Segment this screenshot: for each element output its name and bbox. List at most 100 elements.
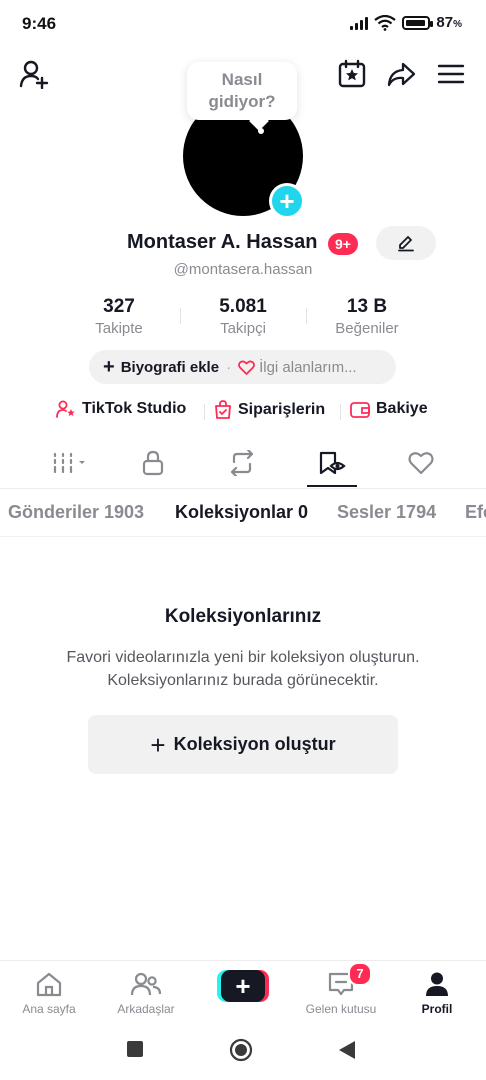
tooltip-line-2: gidiyor? xyxy=(208,92,276,111)
interests-button[interactable]: İlgi alanlarım... xyxy=(238,359,357,376)
friends-icon xyxy=(131,972,161,996)
circle-home-icon xyxy=(229,1038,253,1062)
recent-apps-button[interactable] xyxy=(126,1040,144,1063)
add-friend-button[interactable] xyxy=(18,58,50,90)
add-photo-button[interactable]: + xyxy=(269,183,305,219)
add-person-icon xyxy=(19,60,49,89)
link-label: Bakiye xyxy=(376,400,428,417)
stat-divider xyxy=(180,308,181,324)
home-icon xyxy=(36,972,62,997)
add-bio-button[interactable]: + Biyografi ekle xyxy=(103,356,219,379)
content-icon-tabs xyxy=(0,440,486,488)
tab-liked[interactable] xyxy=(396,448,446,478)
avatar-status-dot xyxy=(258,128,264,134)
orders-link[interactable]: Siparişlerin xyxy=(214,400,325,419)
calendar-star-button[interactable] xyxy=(336,58,368,90)
nav-profile[interactable]: Profil xyxy=(392,969,482,1016)
stat-following[interactable]: 327 Takipte xyxy=(64,296,174,337)
notification-badge[interactable]: 9+ xyxy=(328,233,358,255)
create-collection-label: Koleksiyon oluştur xyxy=(173,734,336,754)
plus-icon: + xyxy=(103,355,115,378)
quick-links: TikTok Studio Siparişlerin Bakiye xyxy=(0,400,486,424)
person-star-icon xyxy=(56,400,75,418)
tab-videos[interactable] xyxy=(44,448,94,478)
profile-icon xyxy=(426,972,448,996)
interests-label: İlgi alanlarım... xyxy=(259,358,357,376)
wallet-icon xyxy=(350,401,370,418)
battery-percent: 87% xyxy=(436,14,462,31)
tiktok-studio-link[interactable]: TikTok Studio xyxy=(56,400,186,418)
nav-label: Ana sayfa xyxy=(22,1002,76,1016)
status-icons: 87% xyxy=(350,14,462,31)
nav-inbox[interactable]: 7 Gelen kutusu xyxy=(296,962,386,1016)
tab-posts[interactable]: Gönderiler 1903 xyxy=(8,502,144,523)
stat-followers[interactable]: 5.081 Takipçi xyxy=(188,296,298,337)
status-tooltip[interactable]: Nasıl gidiyor? xyxy=(187,62,297,120)
stat-label: Takipte xyxy=(95,320,143,337)
status-bar: 9:46 87% xyxy=(0,0,486,48)
pencil-icon xyxy=(398,236,414,252)
stat-value: 327 xyxy=(103,296,135,317)
profile-handle: @montasera.hassan xyxy=(173,261,313,278)
battery-icon xyxy=(402,15,434,30)
bio-separator: · xyxy=(226,358,232,376)
create-plus-icon: + xyxy=(221,970,265,1002)
lock-icon xyxy=(142,450,164,476)
empty-state-title: Koleksiyonlarınız xyxy=(164,606,322,627)
wifi-icon xyxy=(374,14,397,31)
tab-effects[interactable]: Efe xyxy=(465,502,486,523)
nav-label: Gelen kutusu xyxy=(305,1002,377,1016)
system-navigation-bar xyxy=(0,1022,486,1080)
profile-stats: 327 Takipte 5.081 Takipçi 13 B Beğeniler xyxy=(0,296,486,340)
heart-outline-icon xyxy=(238,360,255,375)
back-button[interactable] xyxy=(338,1040,356,1065)
stat-likes[interactable]: 13 B Beğeniler xyxy=(312,296,422,337)
hamburger-menu-icon xyxy=(437,64,465,84)
plus-icon: + xyxy=(279,186,295,216)
nav-label: Profil xyxy=(421,1002,453,1016)
stat-label: Takipçi xyxy=(220,320,266,337)
calendar-star-icon xyxy=(338,59,366,88)
tab-collections[interactable]: Koleksiyonlar 0 xyxy=(175,502,308,523)
stat-value: 5.081 xyxy=(219,296,267,317)
link-label: Siparişlerin xyxy=(238,400,326,418)
link-divider xyxy=(204,404,205,420)
bottom-navigation: Ana sayfa Arkadaşlar + 7 Gelen kutusu Pr… xyxy=(0,960,486,1022)
status-time: 9:46 xyxy=(22,14,57,33)
active-tab-indicator xyxy=(307,485,357,487)
repost-icon xyxy=(230,450,254,476)
tab-private[interactable] xyxy=(128,448,178,478)
create-collection-button[interactable]: + Koleksiyon oluştur xyxy=(88,715,398,774)
nav-home[interactable]: Ana sayfa xyxy=(4,969,94,1016)
home-system-button[interactable] xyxy=(229,1038,253,1067)
bio-pill: + Biyografi ekle · İlgi alanlarım... xyxy=(89,350,396,384)
tabs-divider xyxy=(0,488,486,489)
stat-label: Beğeniler xyxy=(335,320,399,337)
empty-desc-line-1: Favori videolarınızla yeni bir koleksiyo… xyxy=(66,649,420,666)
empty-desc-line-2: Koleksiyonlarınız burada görünecektir. xyxy=(107,672,379,689)
videos-grid-icon xyxy=(53,452,85,474)
share-arrow-icon xyxy=(387,62,416,87)
create-post-button[interactable]: + xyxy=(217,970,269,1002)
name-row: Montaser A. Hassan 9+ xyxy=(0,226,486,260)
nav-friends[interactable]: Arkadaşlar xyxy=(101,969,191,1016)
back-triangle-icon xyxy=(339,1041,355,1059)
inbox-badge: 7 xyxy=(348,962,372,986)
stat-divider xyxy=(306,308,307,324)
square-icon xyxy=(127,1041,143,1057)
menu-button[interactable] xyxy=(435,58,467,90)
saved-bookmark-icon xyxy=(319,451,346,475)
tab-reposts[interactable] xyxy=(217,448,267,478)
signal-icon xyxy=(350,16,369,30)
link-divider xyxy=(340,404,341,420)
shopping-bag-icon xyxy=(215,400,231,419)
edit-profile-button[interactable] xyxy=(376,226,436,260)
profile-name: Montaser A. Hassan xyxy=(127,231,318,253)
balance-link[interactable]: Bakiye xyxy=(350,400,428,418)
tab-sounds[interactable]: Sesler 1794 xyxy=(337,502,436,523)
tab-saved[interactable] xyxy=(307,448,357,478)
tooltip-line-1: Nasıl xyxy=(221,70,263,89)
liked-heart-icon xyxy=(408,452,434,475)
share-profile-button[interactable] xyxy=(385,58,417,90)
plus-icon: + xyxy=(150,729,166,760)
